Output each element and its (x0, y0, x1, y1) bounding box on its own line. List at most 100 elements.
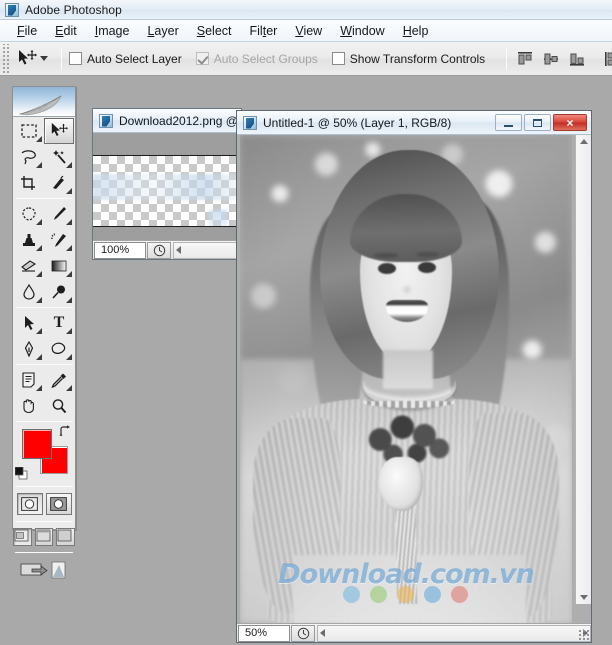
window-resize-grip[interactable] (578, 629, 590, 641)
document-canvas-1[interactable] (93, 133, 241, 240)
default-colors-icon[interactable] (15, 467, 28, 480)
horizontal-scrollbar-1[interactable] (173, 241, 241, 259)
zoom-level-field-1[interactable]: 100% (94, 241, 146, 259)
tool-preset-chevron-down-icon[interactable] (40, 56, 48, 61)
move-tool-icon (51, 122, 68, 136)
close-icon: × (566, 115, 574, 130)
tool-pen[interactable] (14, 336, 44, 362)
align-bottom-edges-icon (570, 53, 585, 66)
align-buttons-group-vertical (514, 48, 612, 70)
menu-image[interactable]: Image (86, 22, 139, 40)
tool-lasso[interactable] (14, 144, 44, 170)
tool-dodge[interactable] (44, 279, 74, 305)
menu-select[interactable]: Select (188, 22, 241, 40)
standard-mode-button[interactable] (16, 493, 43, 515)
hand-icon (23, 399, 34, 414)
tool-history-brush[interactable] (44, 227, 74, 253)
tool-magic-wand[interactable] (44, 144, 74, 170)
tool-hand[interactable] (14, 393, 44, 419)
menu-layer[interactable]: Layer (138, 22, 187, 40)
tool-custom-shape[interactable] (44, 336, 74, 362)
tool-eyedropper[interactable] (44, 367, 74, 393)
auto-select-layer-option[interactable]: Auto Select Layer (69, 52, 182, 66)
color-swatches-group (13, 424, 75, 484)
screen-mode-group (13, 524, 76, 550)
document-window-download2012[interactable]: Download2012.png @ 100% (92, 108, 242, 260)
tool-path-selection[interactable] (14, 310, 44, 336)
menu-window[interactable]: Window (331, 22, 393, 40)
menu-help[interactable]: Help (394, 22, 438, 40)
zoom-level-field-2[interactable]: 50% (238, 624, 290, 642)
standard-mode-icon (21, 497, 38, 511)
align-left-edges-button[interactable] (601, 48, 612, 70)
scroll-up-arrow-icon[interactable] (579, 139, 588, 144)
tool-horizontal-type[interactable]: T (44, 310, 74, 336)
document-title-bar-2[interactable]: Untitled-1 @ 50% (Layer 1, RGB/8) × (237, 111, 591, 135)
full-screen-mode-button[interactable] (56, 528, 76, 546)
edit-in-imageready-icon[interactable] (20, 559, 68, 581)
flyout-triangle-icon (66, 245, 72, 251)
standard-screen-mode-button[interactable] (13, 528, 32, 546)
full-screen-with-menubar-button[interactable] (34, 528, 54, 546)
align-vertical-centers-icon (544, 53, 559, 64)
menu-help-rest: elp (411, 23, 429, 38)
tool-notes[interactable] (14, 367, 44, 393)
toolbox-header[interactable] (13, 87, 75, 117)
feather-icon (18, 95, 62, 116)
scroll-left-arrow-icon[interactable] (176, 246, 181, 254)
flyout-triangle-icon (66, 354, 72, 360)
tool-zoom[interactable] (44, 393, 74, 419)
status-info-button-1[interactable] (147, 241, 171, 259)
tool-gradient[interactable] (44, 253, 74, 279)
tool-blur[interactable] (14, 279, 44, 305)
tool-eraser[interactable] (14, 253, 44, 279)
document-title-bar-1[interactable]: Download2012.png @ (93, 109, 241, 133)
tool-rectangular-marquee[interactable] (14, 118, 44, 144)
tool-healing-brush[interactable] (14, 201, 44, 227)
align-bottom-edges-button[interactable] (566, 48, 588, 70)
quick-mask-mode-button[interactable] (45, 493, 72, 515)
menu-image-rest: mage (98, 23, 130, 38)
minimize-button[interactable] (495, 114, 522, 131)
toolbox-separator-1 (16, 198, 73, 199)
auto-select-layer-checkbox[interactable] (69, 52, 82, 65)
tool-clone-stamp[interactable] (14, 227, 44, 253)
document-status-bar-1: 100% (93, 240, 241, 259)
tool-crop[interactable] (14, 170, 44, 196)
menu-edit-rest: dit (63, 23, 77, 38)
menu-filter[interactable]: Filter (241, 22, 287, 40)
menu-view-rest: iew (303, 23, 323, 38)
menu-file[interactable]: File (8, 22, 46, 40)
active-tool-preview[interactable] (9, 48, 54, 70)
maximize-button[interactable] (524, 114, 551, 131)
tool-slice[interactable] (44, 170, 74, 196)
scroll-left-arrow-icon[interactable] (320, 629, 325, 637)
menu-select-rest: elect (205, 23, 232, 38)
options-bar-grip[interactable] (1, 43, 9, 74)
document-canvas-2[interactable]: Download.com.vn (237, 135, 591, 623)
menu-edit[interactable]: Edit (46, 22, 86, 40)
horizontal-scrollbar-2[interactable] (317, 624, 591, 642)
show-transform-controls-option[interactable]: Show Transform Controls (331, 52, 485, 66)
close-button[interactable]: × (553, 114, 587, 131)
swap-colors-icon[interactable] (59, 425, 71, 437)
full-screen-mode-icon (57, 529, 72, 542)
tool-move[interactable] (44, 118, 74, 144)
foreground-color-swatch[interactable] (22, 429, 52, 459)
flyout-triangle-icon (66, 297, 72, 303)
scroll-down-arrow-icon[interactable] (579, 595, 588, 600)
menu-bar: File Edit Image Layer Select Filter View… (0, 20, 612, 42)
tool-brush[interactable] (44, 201, 74, 227)
vertical-scrollbar-2[interactable] (575, 135, 591, 604)
document-window-untitled-1[interactable]: Untitled-1 @ 50% (Layer 1, RGB/8) × Down… (236, 110, 592, 643)
toolbox-separator-2 (16, 307, 73, 308)
menu-view[interactable]: View (286, 22, 331, 40)
status-info-button-2[interactable] (291, 624, 315, 642)
mask-mode-group (13, 489, 75, 519)
options-separator-1 (61, 47, 62, 70)
align-vertical-centers-button[interactable] (540, 48, 562, 70)
toolbox-separator-7 (15, 552, 73, 553)
menu-file-rest: ile (24, 23, 38, 38)
show-transform-controls-checkbox[interactable] (331, 52, 345, 65)
align-top-edges-button[interactable] (514, 48, 536, 70)
